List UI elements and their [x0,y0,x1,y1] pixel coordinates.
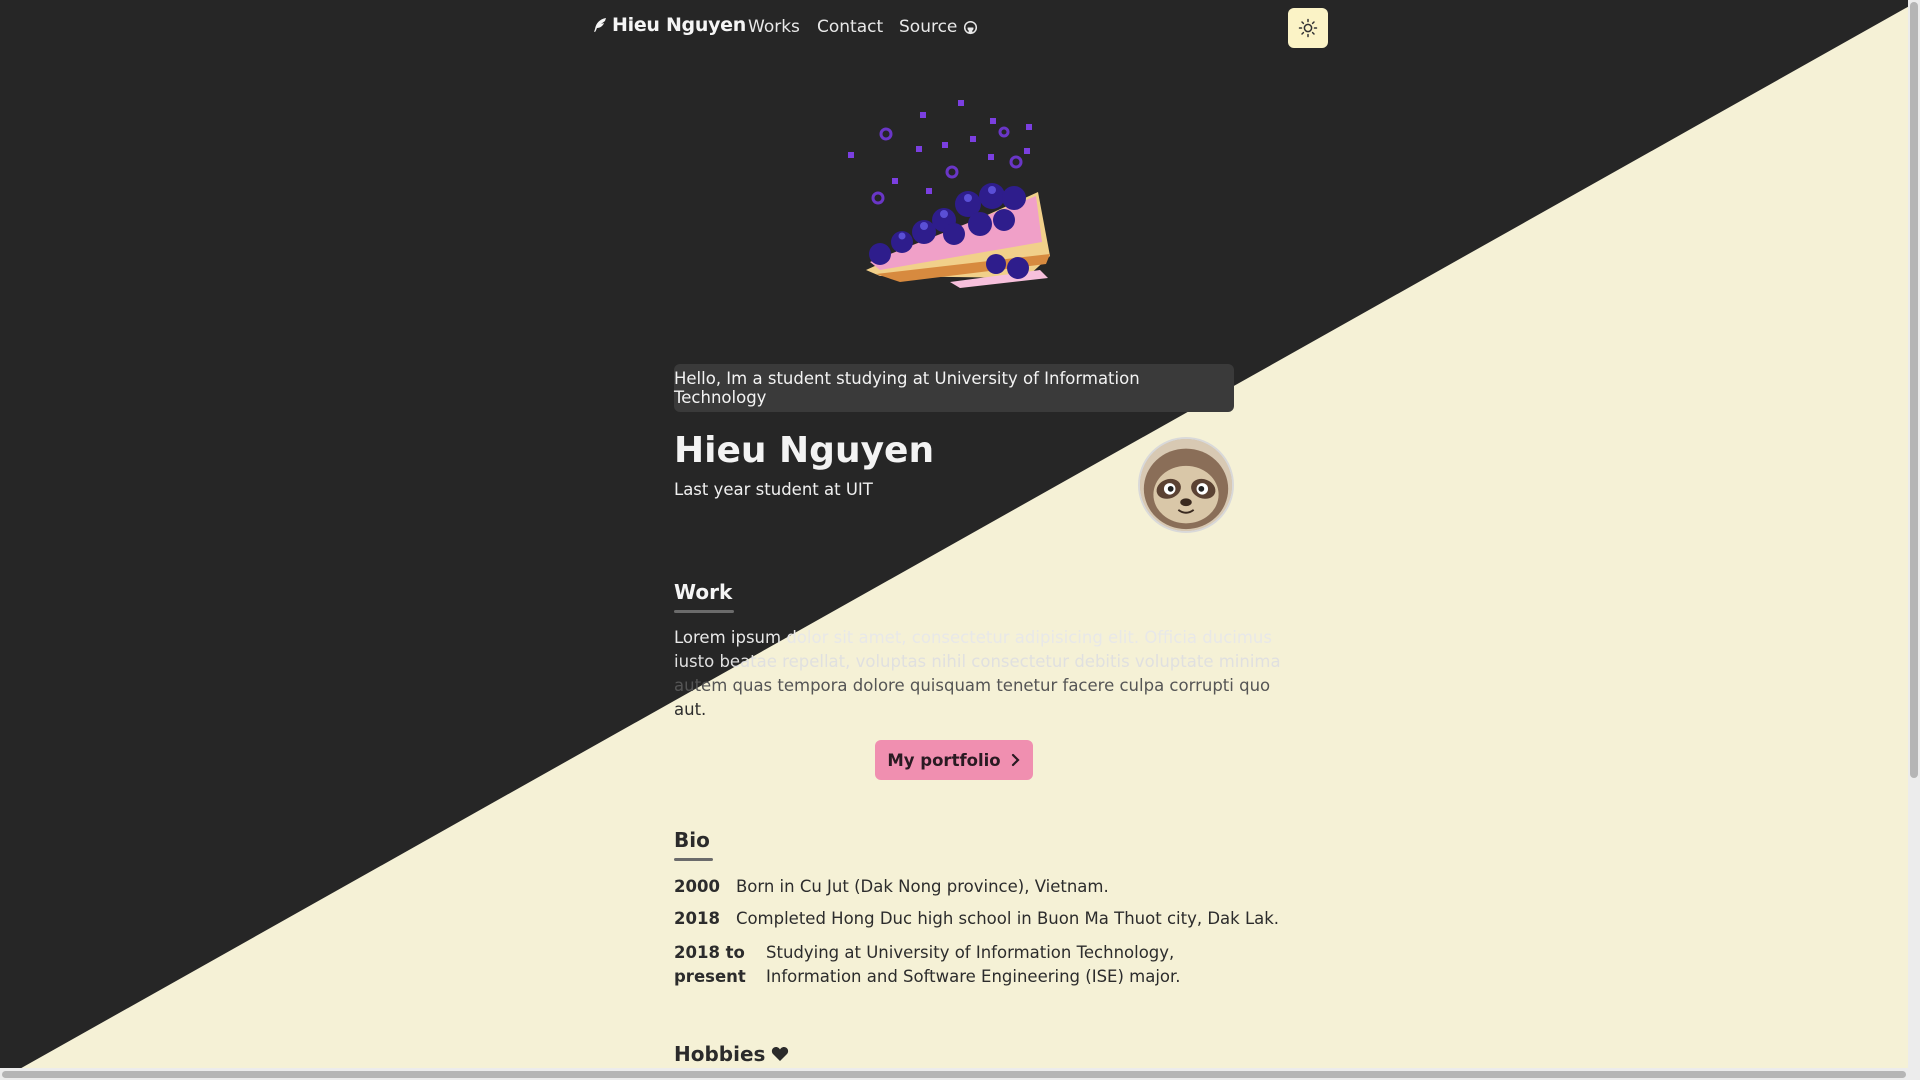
nav-link-source[interactable]: Source [899,17,978,37]
profile-name: Hieu Nguyen [674,430,935,471]
portfolio-button-label: My portfolio [887,750,1001,770]
bio-text: Born in Cu Jut (Dak Nong province), Viet… [735,877,1109,896]
portfolio-button[interactable]: My portfolio [875,740,1033,780]
brand-link[interactable]: Hieu Nguyen [592,14,746,36]
bio-entry: 2018 to present Studying at University o… [674,941,1236,989]
brand-name: Hieu Nguyen [612,14,746,36]
hobbies-heading: Hobbies [674,1042,789,1066]
bio-year: 2000 [674,877,720,896]
work-line-4: aut. [674,700,707,719]
blueberry-pie-illustration [848,100,1050,288]
bio-text: Completed Hong Duc high school in Buon M… [735,909,1280,928]
greeting-banner: Hello, Im a student studying at Universi… [674,364,1234,412]
chevron-right-icon [1011,753,1020,767]
bio-heading-underline [674,858,713,861]
work-heading: Work [674,580,734,613]
work-heading-text: Work [674,580,733,604]
horizontal-scrollbar[interactable] [0,1068,1908,1080]
profile-subtitle: Last year student at UIT [674,480,873,499]
work-line-3: autem quas tempora dolore quisquam tenet… [674,676,1271,695]
theme-toggle-button[interactable] [1288,8,1328,48]
bio-heading-text: Bio [674,828,710,852]
nav-link-works[interactable]: Works [748,17,800,37]
bio-year: 2018 to present [674,943,746,986]
vertical-scrollbar[interactable] [1908,0,1920,1080]
work-paragraph: Lorem ipsum dolor sit amet, consectetur … [674,626,1281,722]
github-icon [964,20,978,34]
work-heading-underline [674,610,734,613]
bio-heading: Bio [674,828,713,861]
horizontal-scrollbar-thumb[interactable] [2,1071,1906,1078]
nav-link-contact[interactable]: Contact [817,17,883,37]
bio-entry: 2018 Completed Hong Duc high school in B… [674,909,1279,928]
feather-icon [594,18,606,32]
sun-icon [1298,18,1318,38]
sloth-avatar [1138,437,1234,533]
bio-entry: 2000 Born in Cu Jut (Dak Nong province),… [674,877,1109,896]
vertical-scrollbar-thumb[interactable] [1910,2,1918,778]
navbar: Hieu Nguyen Works Contact Source [0,0,1920,56]
page: Hieu Nguyen Works Contact Source Hello, … [0,0,1920,1080]
bio-year: 2018 [674,909,720,928]
work-line-1: Lorem ipsum dolor sit amet, consectetur … [674,628,1272,647]
nav-link-source-label: Source [899,17,958,37]
hobbies-heading-text: Hobbies [674,1042,766,1066]
work-line-2: iusto beatae repellat, voluptas nihil co… [674,652,1281,671]
heart-icon [772,1047,789,1061]
bio-text: Studying at University of Information Te… [766,943,1181,986]
